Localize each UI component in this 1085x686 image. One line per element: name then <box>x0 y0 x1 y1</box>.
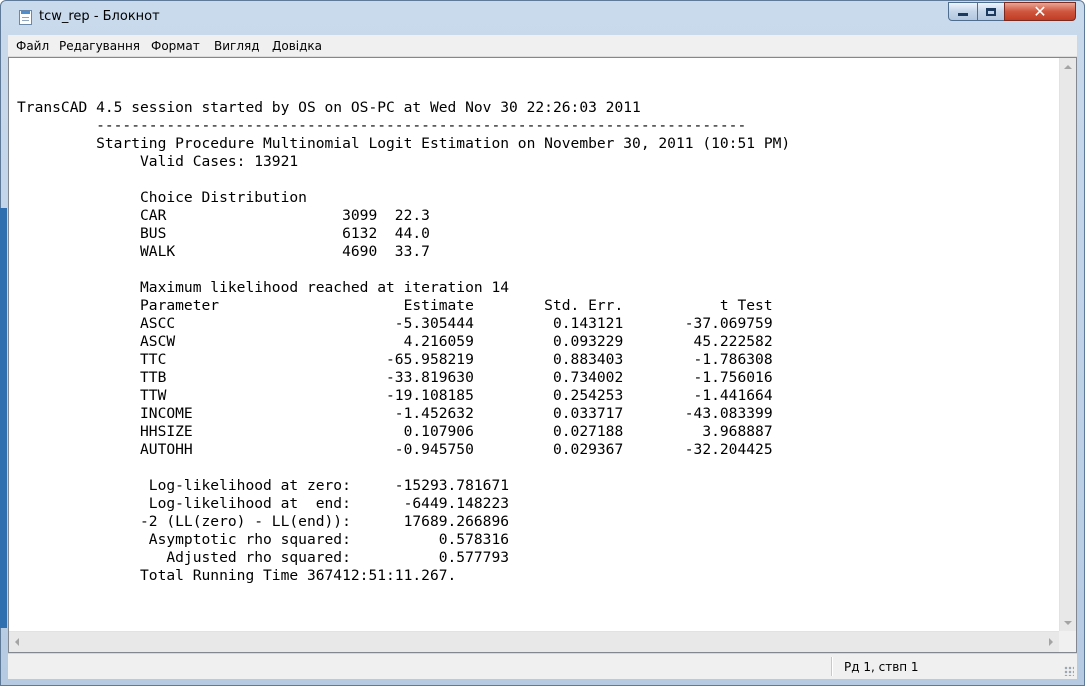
scroll-left-arrow-icon[interactable] <box>15 638 19 646</box>
close-icon: ✕ <box>1033 2 1047 21</box>
menu-edit[interactable]: Редагування <box>59 39 140 53</box>
cursor-position: Рд 1, ствп 1 <box>844 660 919 674</box>
notepad-window: tcw_rep - Блокнот ✕ Файл Редагування Фор… <box>0 0 1085 686</box>
status-divider <box>831 657 833 676</box>
menu-help[interactable]: Довідка <box>272 39 322 53</box>
window-title: tcw_rep - Блокнот <box>39 9 160 24</box>
scrollbar-corner <box>1059 631 1076 652</box>
vertical-scrollbar[interactable] <box>1059 58 1076 632</box>
document-text[interactable]: TransCAD 4.5 session started by OS on OS… <box>17 99 790 585</box>
scroll-down-arrow-icon[interactable] <box>1064 621 1072 625</box>
scroll-up-arrow-icon[interactable] <box>1064 65 1072 69</box>
minimize-button[interactable] <box>948 2 978 21</box>
window-left-edge <box>0 208 7 628</box>
text-content-area[interactable]: TransCAD 4.5 session started by OS on OS… <box>9 58 1059 632</box>
minimize-icon <box>958 13 968 16</box>
title-bar[interactable]: tcw_rep - Блокнот ✕ <box>1 1 1084 35</box>
maximize-icon <box>986 7 996 16</box>
status-bar: Рд 1, ствп 1 <box>8 653 1077 679</box>
menu-bar: Файл Редагування Формат Вигляд Довідка <box>8 35 1077 57</box>
resize-grip-icon[interactable] <box>1064 666 1074 676</box>
menu-file[interactable]: Файл <box>16 39 49 53</box>
horizontal-scrollbar[interactable] <box>9 631 1059 652</box>
menu-view[interactable]: Вигляд <box>214 39 260 53</box>
scroll-right-arrow-icon[interactable] <box>1049 638 1053 646</box>
close-button[interactable]: ✕ <box>1004 2 1076 21</box>
maximize-button[interactable] <box>977 2 1005 21</box>
menu-format[interactable]: Формат <box>151 39 200 53</box>
notepad-icon[interactable] <box>19 10 32 25</box>
text-editor[interactable]: TransCAD 4.5 session started by OS on OS… <box>8 57 1077 653</box>
